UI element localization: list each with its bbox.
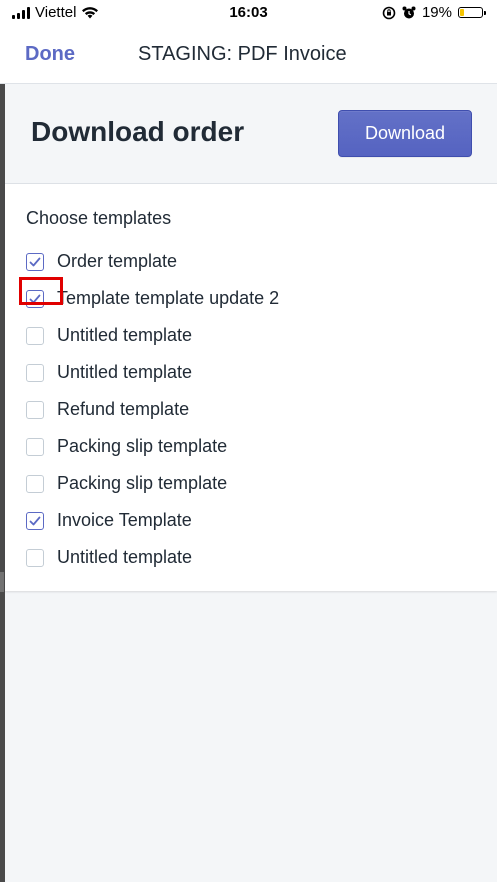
status-right: 19% [382, 4, 486, 21]
rotation-lock-icon [382, 6, 396, 19]
template-label: Refund template [57, 399, 190, 419]
nav-title: STAGING: PDF Invoice [138, 43, 347, 65]
template-item[interactable]: Untitled template [26, 354, 279, 391]
battery-icon [458, 7, 486, 18]
template-item[interactable]: Invoice Template [26, 502, 279, 539]
done-button[interactable]: Done [25, 43, 75, 66]
template-item[interactable]: Refund template [26, 391, 279, 428]
template-list: Order template Template template update 2… [26, 243, 279, 576]
template-label: Untitled template [57, 547, 193, 567]
template-checkbox[interactable] [26, 511, 44, 530]
template-label: Packing slip template [57, 473, 228, 493]
screen: Viettel 16:03 19% Done STAGING: PDF Invo… [0, 0, 497, 882]
template-item[interactable]: Untitled template [26, 539, 279, 576]
template-label: Untitled template [57, 362, 193, 382]
status-bar: Viettel 16:03 19% [0, 0, 497, 28]
template-item[interactable]: Order template [26, 243, 279, 280]
template-checkbox[interactable] [26, 363, 44, 382]
template-checkbox[interactable] [26, 326, 44, 345]
template-label: Packing slip template [57, 436, 228, 456]
page-header: Download order Download [5, 84, 497, 184]
checkmark-icon [29, 516, 41, 525]
template-checkbox[interactable] [26, 252, 44, 271]
template-label: Invoice Template [57, 510, 192, 530]
template-label: Untitled template [57, 325, 193, 345]
template-label: Order template [57, 251, 178, 271]
alarm-icon [402, 6, 416, 18]
page-title: Download order [31, 116, 245, 147]
nav-bar: Done STAGING: PDF Invoice [0, 28, 497, 84]
template-checkbox[interactable] [26, 548, 44, 567]
template-item[interactable]: Packing slip template [26, 465, 279, 502]
template-label: Template template update 2 [57, 288, 280, 308]
battery-fill [460, 9, 464, 16]
template-checkbox[interactable] [26, 400, 44, 419]
template-checkbox[interactable] [26, 437, 44, 456]
template-item[interactable]: Template template update 2 [26, 280, 279, 317]
highlight-box [19, 277, 63, 305]
templates-card: Choose templates Order template Template … [5, 184, 497, 591]
download-button[interactable]: Download [338, 110, 472, 157]
battery-percent: 19% [421, 4, 452, 21]
checkmark-icon [29, 257, 41, 266]
template-checkbox[interactable] [26, 474, 44, 493]
template-item[interactable]: Untitled template [26, 317, 279, 354]
template-item[interactable]: Packing slip template [26, 428, 279, 465]
choose-templates-label: Choose templates [26, 208, 172, 228]
